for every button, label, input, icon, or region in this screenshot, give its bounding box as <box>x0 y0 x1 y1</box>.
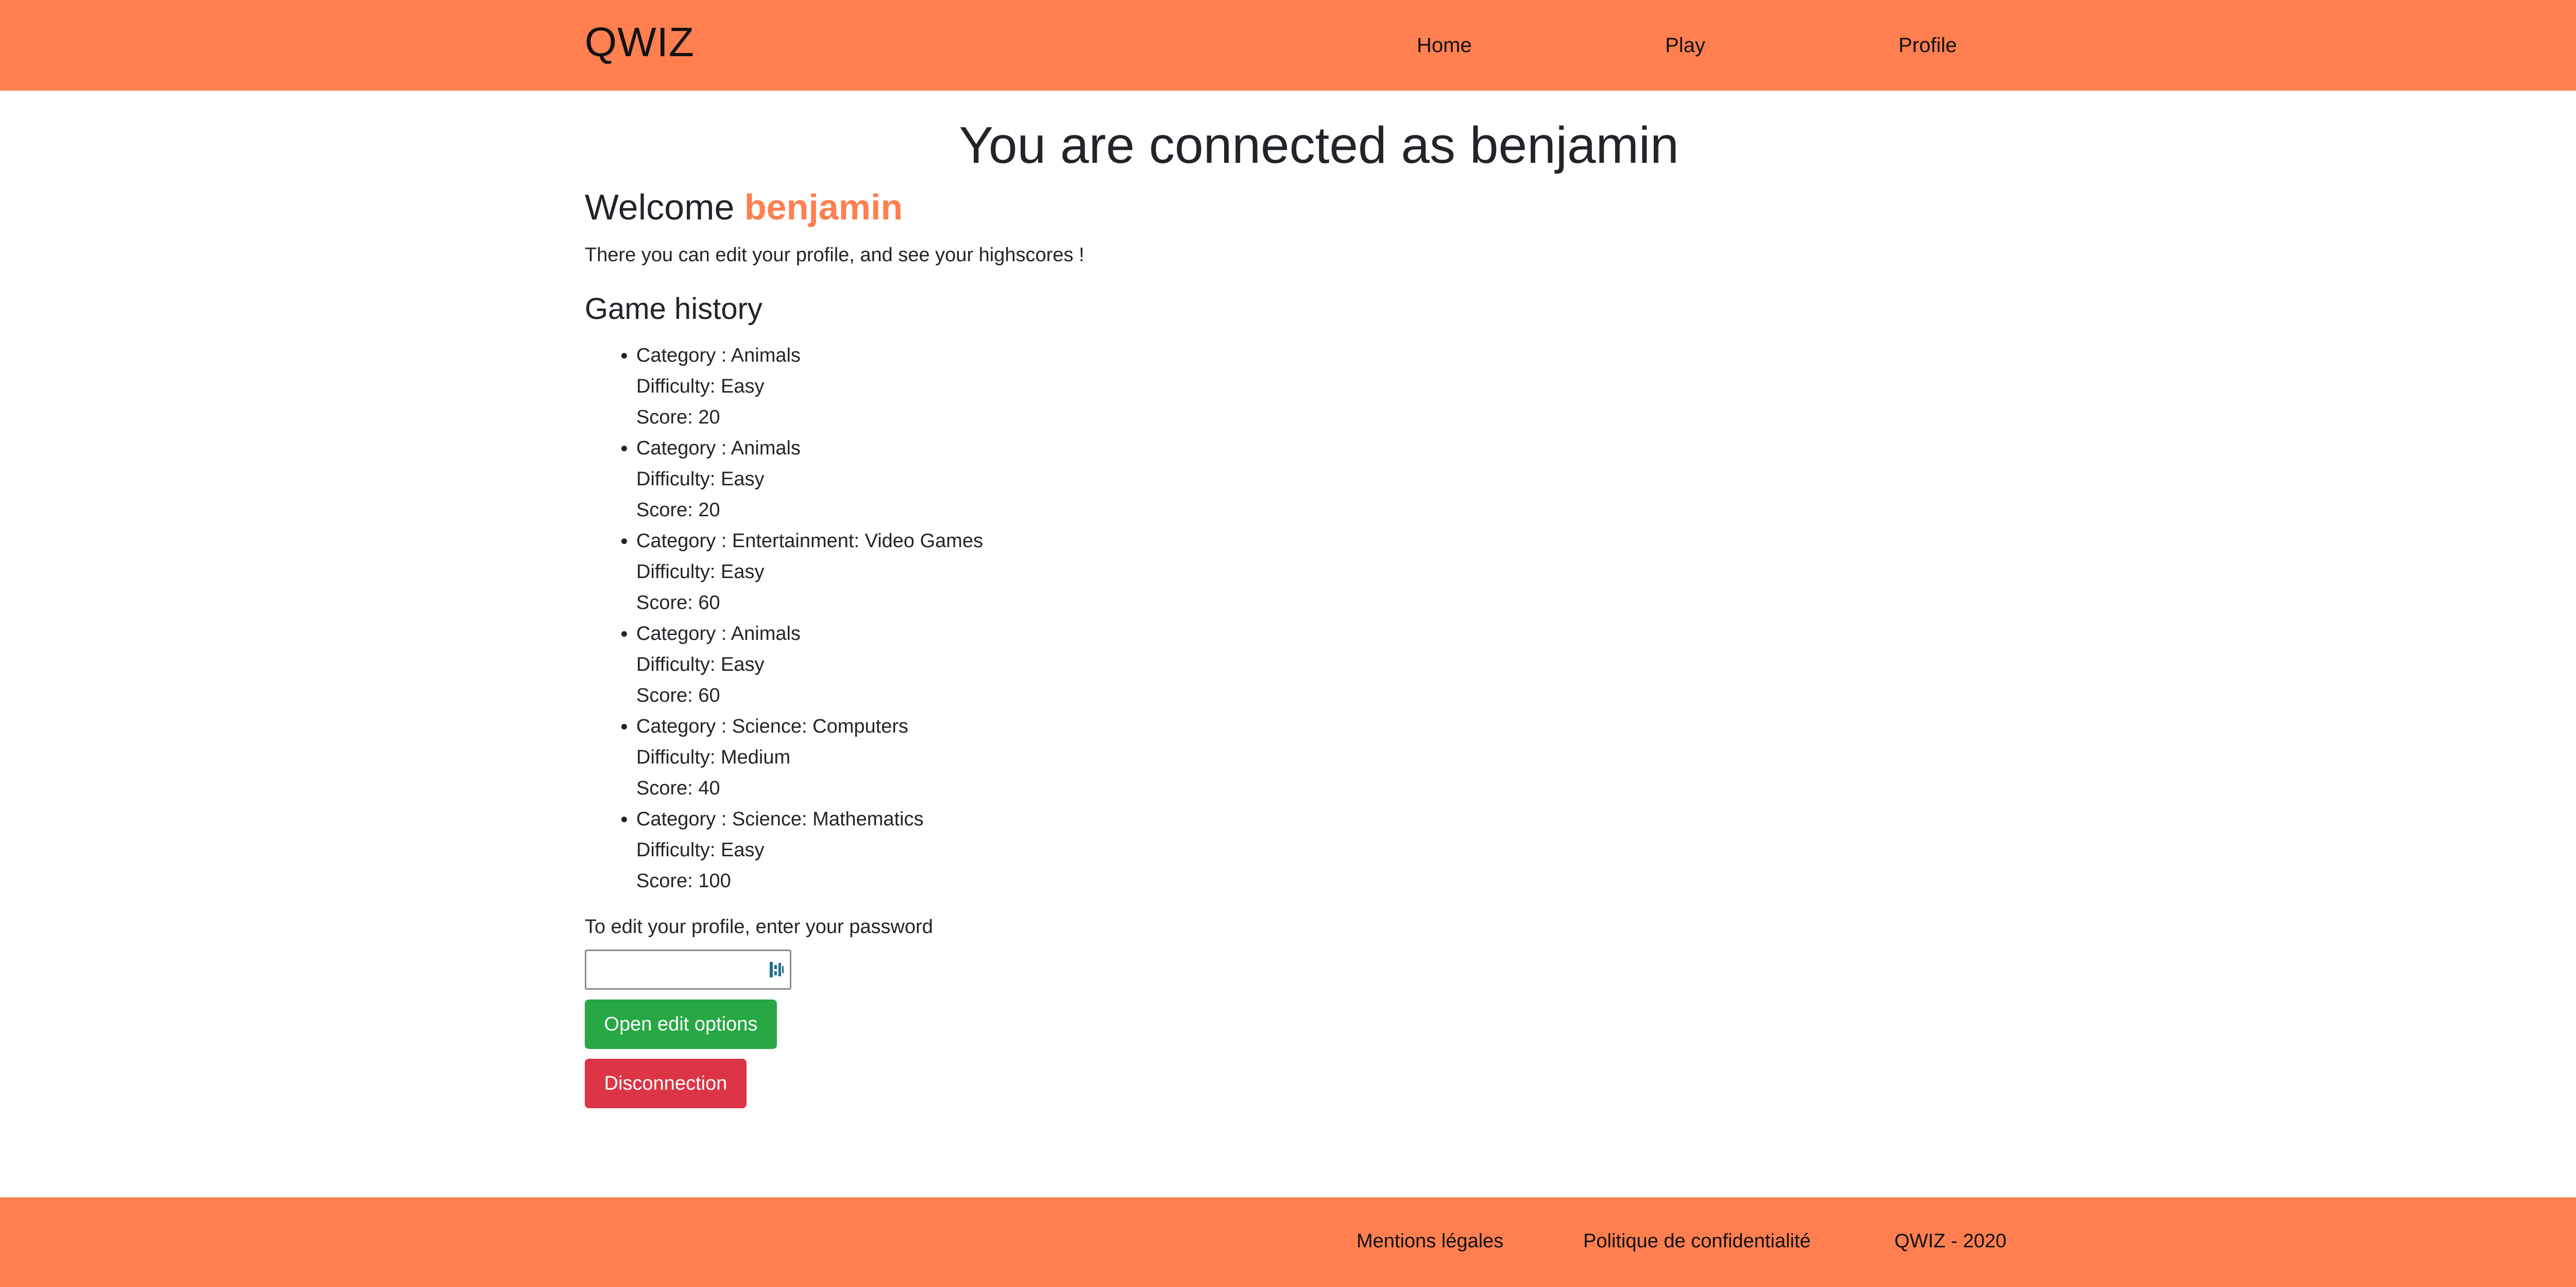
history-category: Category : Science: Computers <box>636 716 909 737</box>
footer-legal-link[interactable]: Mentions légales <box>1357 1228 1503 1254</box>
brand-logo[interactable]: QWIZ <box>585 18 694 67</box>
history-category: Category : Science: Mathematics <box>636 808 924 830</box>
history-difficulty: Difficulty: Easy <box>636 839 765 861</box>
footer-privacy-link[interactable]: Politique de confidentialité <box>1583 1228 1811 1254</box>
history-category: Category : Animals <box>636 623 801 645</box>
history-difficulty: Difficulty: Medium <box>636 747 791 768</box>
history-difficulty: Difficulty: Easy <box>636 468 765 490</box>
history-score: Score: 20 <box>636 499 720 521</box>
game-history-title: Game history <box>585 292 762 326</box>
history-difficulty: Difficulty: Easy <box>636 376 765 397</box>
nav-profile-link[interactable]: Profile <box>1899 32 1957 59</box>
game-history-item: Category : Entertainment: Video Games Di… <box>636 526 983 618</box>
game-history-item: Category : Science: Mathematics Difficul… <box>636 804 983 896</box>
nav-home-link[interactable]: Home <box>1417 32 1472 59</box>
footer: Mentions légales Politique de confidenti… <box>0 1197 2576 1287</box>
history-score: Score: 100 <box>636 870 731 892</box>
intro-text: There you can edit your profile, and see… <box>585 244 1084 266</box>
history-score: Score: 40 <box>636 777 720 799</box>
password-label: To edit your profile, enter your passwor… <box>585 916 933 938</box>
history-difficulty: Difficulty: Easy <box>636 654 765 675</box>
history-category: Category : Animals <box>636 437 801 459</box>
password-manager-key-icon[interactable] <box>769 960 784 979</box>
history-score: Score: 20 <box>636 407 720 428</box>
history-score: Score: 60 <box>636 592 720 614</box>
game-history-item: Category : Animals Difficulty: Easy Scor… <box>636 340 983 433</box>
welcome-heading: Welcome benjamin <box>585 183 903 231</box>
password-input[interactable] <box>585 950 791 990</box>
nav-play-link[interactable]: Play <box>1665 32 1705 59</box>
history-difficulty: Difficulty: Easy <box>636 561 765 583</box>
footer-copyright: QWIZ - 2020 <box>1894 1230 2007 1252</box>
game-history-item: Category : Animals Difficulty: Easy Scor… <box>636 433 983 526</box>
open-edit-options-button[interactable]: Open edit options <box>585 1000 777 1049</box>
welcome-prefix: Welcome <box>585 187 735 227</box>
page-title: You are connected as benjamin <box>959 116 1679 174</box>
welcome-username: benjamin <box>744 187 903 227</box>
top-navbar: QWIZ Home Play Profile <box>0 0 2576 91</box>
password-field-wrapper <box>585 950 791 990</box>
game-history-list: Category : Animals Difficulty: Easy Scor… <box>585 340 983 896</box>
game-history-item: Category : Science: Computers Difficulty… <box>636 711 983 804</box>
game-history-item: Category : Animals Difficulty: Easy Scor… <box>636 618 983 711</box>
history-score: Score: 60 <box>636 685 720 706</box>
history-category: Category : Animals <box>636 345 801 366</box>
disconnect-button[interactable]: Disconnection <box>585 1059 747 1108</box>
history-category: Category : Entertainment: Video Games <box>636 530 984 552</box>
